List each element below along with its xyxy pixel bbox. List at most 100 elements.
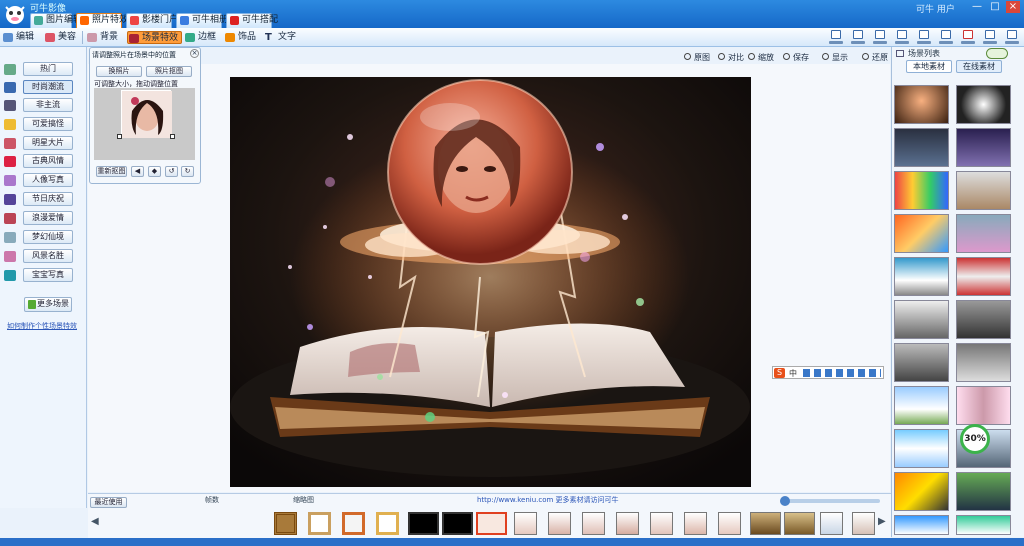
- redo-icon[interactable]: [980, 29, 1000, 46]
- scene-thumbnail[interactable]: [894, 472, 949, 511]
- ime-toolbar[interactable]: S 中: [772, 366, 884, 379]
- tool-background[interactable]: 背景: [86, 31, 118, 44]
- online-link[interactable]: http://www.keniu.com 更多素材请访问可牛: [477, 495, 657, 505]
- film-thumbnail[interactable]: [442, 512, 473, 535]
- scene-thumbnail[interactable]: [956, 515, 1011, 535]
- category-festival[interactable]: 节日庆祝: [23, 192, 73, 206]
- recent-used-label[interactable]: 最近使用: [90, 497, 127, 508]
- rotate-left-icon[interactable]: ↺: [165, 166, 178, 177]
- film-thumbnail[interactable]: [820, 512, 843, 535]
- scene-thumbnail[interactable]: [894, 343, 949, 382]
- tab-photo-effects[interactable]: 照片特效: [76, 13, 128, 28]
- refresh-icon[interactable]: [986, 48, 1008, 59]
- category-romance[interactable]: 浪漫爱情: [23, 211, 73, 225]
- film-thumbnail[interactable]: [274, 512, 297, 535]
- tool-beauty[interactable]: 美容: [44, 31, 76, 44]
- scene-thumbnail[interactable]: [956, 386, 1011, 425]
- recut-button[interactable]: 重新抠图: [96, 166, 127, 177]
- category-portrait[interactable]: 人像写真: [23, 173, 73, 187]
- category-star[interactable]: 明星大片: [23, 136, 73, 150]
- rotate-right-icon[interactable]: ↻: [181, 166, 194, 177]
- photo-canvas[interactable]: [230, 77, 751, 487]
- film-thumbnail[interactable]: [650, 512, 673, 535]
- maximize-button[interactable]: □: [988, 1, 1002, 13]
- move-left-icon[interactable]: ◀: [131, 166, 144, 177]
- tool-accessory[interactable]: 饰品: [224, 31, 256, 44]
- scene-thumbnail[interactable]: [956, 343, 1011, 382]
- film-thumbnail[interactable]: [616, 512, 639, 535]
- zoom-slider[interactable]: [780, 496, 880, 506]
- category-scenery[interactable]: 风景名胜: [23, 249, 73, 263]
- print-icon[interactable]: [870, 29, 890, 46]
- slider-handle[interactable]: [780, 496, 790, 506]
- scene-thumbnail[interactable]: [956, 300, 1011, 339]
- scroll-right-icon[interactable]: ▶: [878, 516, 886, 527]
- film-thumbnail[interactable]: [514, 512, 537, 535]
- scene-thumbnail[interactable]: [894, 257, 949, 296]
- film-thumbnail[interactable]: [750, 512, 781, 535]
- settings-icon[interactable]: [1002, 29, 1022, 46]
- scene-thumbnail[interactable]: [956, 472, 1011, 511]
- restore-button[interactable]: 还原: [862, 52, 888, 63]
- film-thumbnail[interactable]: [342, 512, 365, 535]
- scroll-left-icon[interactable]: ◀: [91, 516, 99, 527]
- scene-thumbnail[interactable]: [894, 85, 949, 124]
- scene-thumbnail[interactable]: [956, 171, 1011, 210]
- resize-handle[interactable]: [170, 134, 175, 139]
- move-right-icon[interactable]: ◆: [148, 166, 161, 177]
- open-icon[interactable]: [826, 29, 846, 46]
- category-cute[interactable]: 可爱搞怪: [23, 117, 73, 131]
- tool-frame[interactable]: 边框: [184, 31, 216, 44]
- scene-thumbnail[interactable]: [894, 214, 949, 253]
- upload-icon[interactable]: [914, 29, 934, 46]
- category-fashion[interactable]: 时尚潮流: [23, 80, 73, 94]
- tab-picture-edit[interactable]: 图片编辑: [30, 13, 82, 28]
- scene-thumbnail[interactable]: [956, 214, 1011, 253]
- scene-thumbnail[interactable]: [894, 429, 949, 468]
- category-non-mainstream[interactable]: 非主流: [23, 98, 73, 112]
- download-more-button[interactable]: 更多场景: [24, 297, 72, 312]
- help-link[interactable]: 如何制作个性场景特效: [7, 321, 83, 331]
- category-baby[interactable]: 宝宝写真: [23, 268, 73, 282]
- film-thumbnail[interactable]: [376, 512, 399, 535]
- category-hot[interactable]: 热门: [23, 62, 73, 76]
- close-button[interactable]: ×: [1006, 1, 1020, 13]
- film-thumbnail[interactable]: [784, 512, 815, 535]
- zoom-button[interactable]: 缩放: [748, 52, 774, 63]
- film-thumbnail[interactable]: [582, 512, 605, 535]
- scene-thumbnail[interactable]: [894, 300, 949, 339]
- save-view-button[interactable]: 保存: [783, 52, 809, 63]
- undo-icon[interactable]: [958, 29, 978, 46]
- minimize-button[interactable]: —: [970, 1, 984, 13]
- close-panel-icon[interactable]: ×: [190, 49, 199, 58]
- scene-thumbnail[interactable]: [894, 515, 949, 535]
- tool-scene[interactable]: 场景特效: [127, 31, 183, 44]
- film-thumbnail[interactable]: [308, 512, 331, 535]
- category-classic[interactable]: 古典风情: [23, 154, 73, 168]
- original-button[interactable]: 原图: [684, 52, 710, 63]
- change-photo-button[interactable]: 换照片: [96, 66, 142, 77]
- tab-studio[interactable]: 影楼门户: [126, 13, 178, 28]
- tool-text[interactable]: T 文字: [264, 31, 296, 44]
- cutout-button[interactable]: 照片抠图: [146, 66, 192, 77]
- film-thumbnail[interactable]: [852, 512, 875, 535]
- resize-handle[interactable]: [117, 134, 122, 139]
- compare-button[interactable]: 对比: [718, 52, 744, 63]
- film-thumbnail[interactable]: [548, 512, 571, 535]
- scene-thumbnail[interactable]: [956, 257, 1011, 296]
- scene-thumbnail[interactable]: [894, 171, 949, 210]
- batch-icon[interactable]: [936, 29, 956, 46]
- user-info[interactable]: 可牛 用户: [916, 2, 955, 15]
- tab-collage[interactable]: 可牛搭配: [226, 13, 278, 28]
- scene-thumbnail[interactable]: [956, 128, 1011, 167]
- save-icon[interactable]: [848, 29, 868, 46]
- tab-local-material[interactable]: 本地素材: [906, 60, 952, 73]
- tab-online-material[interactable]: 在线素材: [956, 60, 1002, 73]
- scene-thumbnail[interactable]: [956, 85, 1011, 124]
- scene-thumbnail[interactable]: [894, 128, 949, 167]
- display-button[interactable]: 显示: [822, 52, 848, 63]
- tool-edit[interactable]: 编辑: [2, 31, 34, 44]
- tab-album[interactable]: 可牛相册: [176, 13, 228, 28]
- category-fantasy[interactable]: 梦幻仙境: [23, 230, 73, 244]
- film-thumbnail[interactable]: [684, 512, 707, 535]
